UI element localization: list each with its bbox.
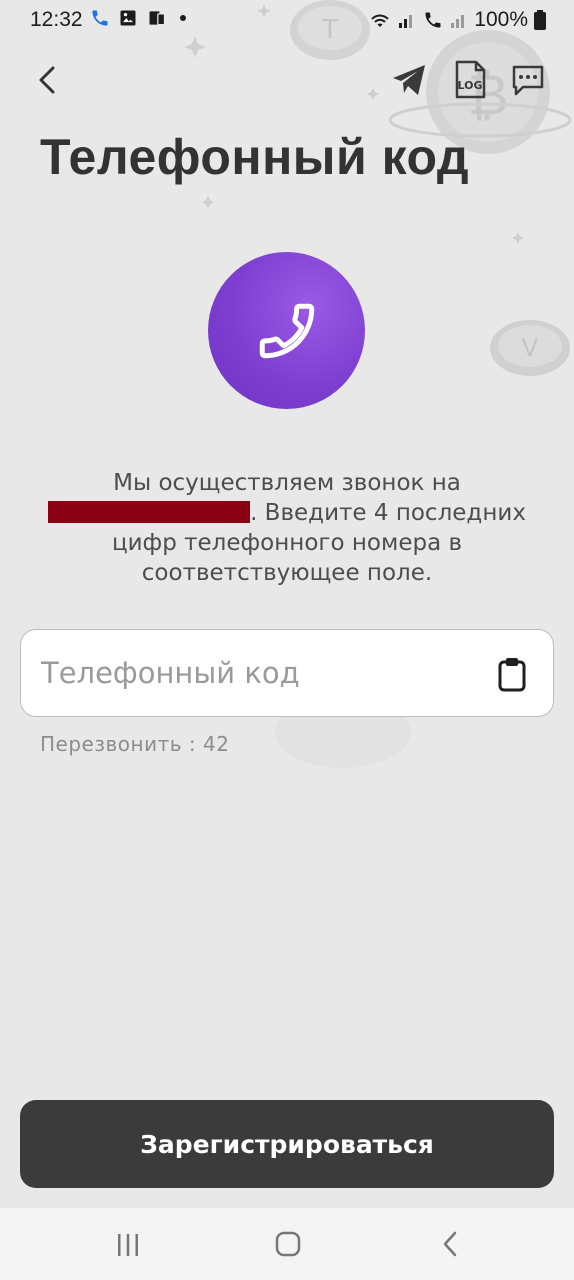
back-button[interactable]: [30, 62, 64, 98]
system-back-icon[interactable]: [440, 1230, 460, 1258]
page-title: Телефонный код: [40, 129, 470, 185]
battery-icon: [534, 10, 546, 30]
clipboard-icon: [498, 658, 526, 692]
more-notifications-dot-icon: [180, 15, 186, 21]
coin-decoration-right: V: [490, 320, 570, 376]
telegram-button[interactable]: [390, 62, 428, 98]
message-part-1: Мы осуществляем звонок на: [113, 470, 461, 496]
volte-call-icon: [425, 12, 441, 28]
phone-code-screen: T ₿ V 12:32 100% LOG Телефонный код Мы о…: [0, 0, 574, 1280]
call-indicator: [208, 252, 365, 409]
chat-icon: [512, 65, 544, 96]
call-instructions: Мы осуществляем звонок на. Введите 4 пос…: [30, 468, 544, 588]
system-status-icons: 100%: [368, 8, 546, 32]
status-time: 12:32: [30, 8, 83, 31]
system-navigation-bar: [0, 1208, 574, 1280]
phone-code-input[interactable]: [41, 630, 491, 716]
home-icon[interactable]: [275, 1231, 301, 1257]
svg-text:LOG: LOG: [458, 79, 483, 92]
redacted-phone-number: [48, 501, 251, 523]
chat-button[interactable]: [510, 64, 546, 98]
resend-timer: Перезвонить : 42: [40, 732, 230, 756]
signal-2-icon: [451, 15, 465, 28]
svg-text:V: V: [522, 334, 539, 362]
device-notification-icon: [149, 11, 166, 26]
gallery-notification-icon: [120, 10, 136, 26]
telegram-icon: [393, 65, 425, 95]
status-bar: 12:32 100%: [0, 0, 574, 40]
battery-percentage: 100%: [474, 8, 528, 31]
register-button[interactable]: Зарегистрироваться: [20, 1100, 554, 1188]
notification-icons: [90, 8, 186, 28]
paste-button[interactable]: [497, 656, 527, 692]
chevron-left-icon: [39, 66, 55, 94]
signal-1-icon: [399, 15, 413, 28]
call-notification-icon: [92, 10, 108, 26]
log-file-icon: LOG: [455, 60, 486, 99]
phone-icon: [259, 303, 314, 358]
wifi-icon: [371, 14, 390, 27]
phone-code-field: [20, 629, 554, 717]
log-button[interactable]: LOG: [452, 60, 488, 100]
recent-apps-icon[interactable]: [114, 1232, 142, 1258]
